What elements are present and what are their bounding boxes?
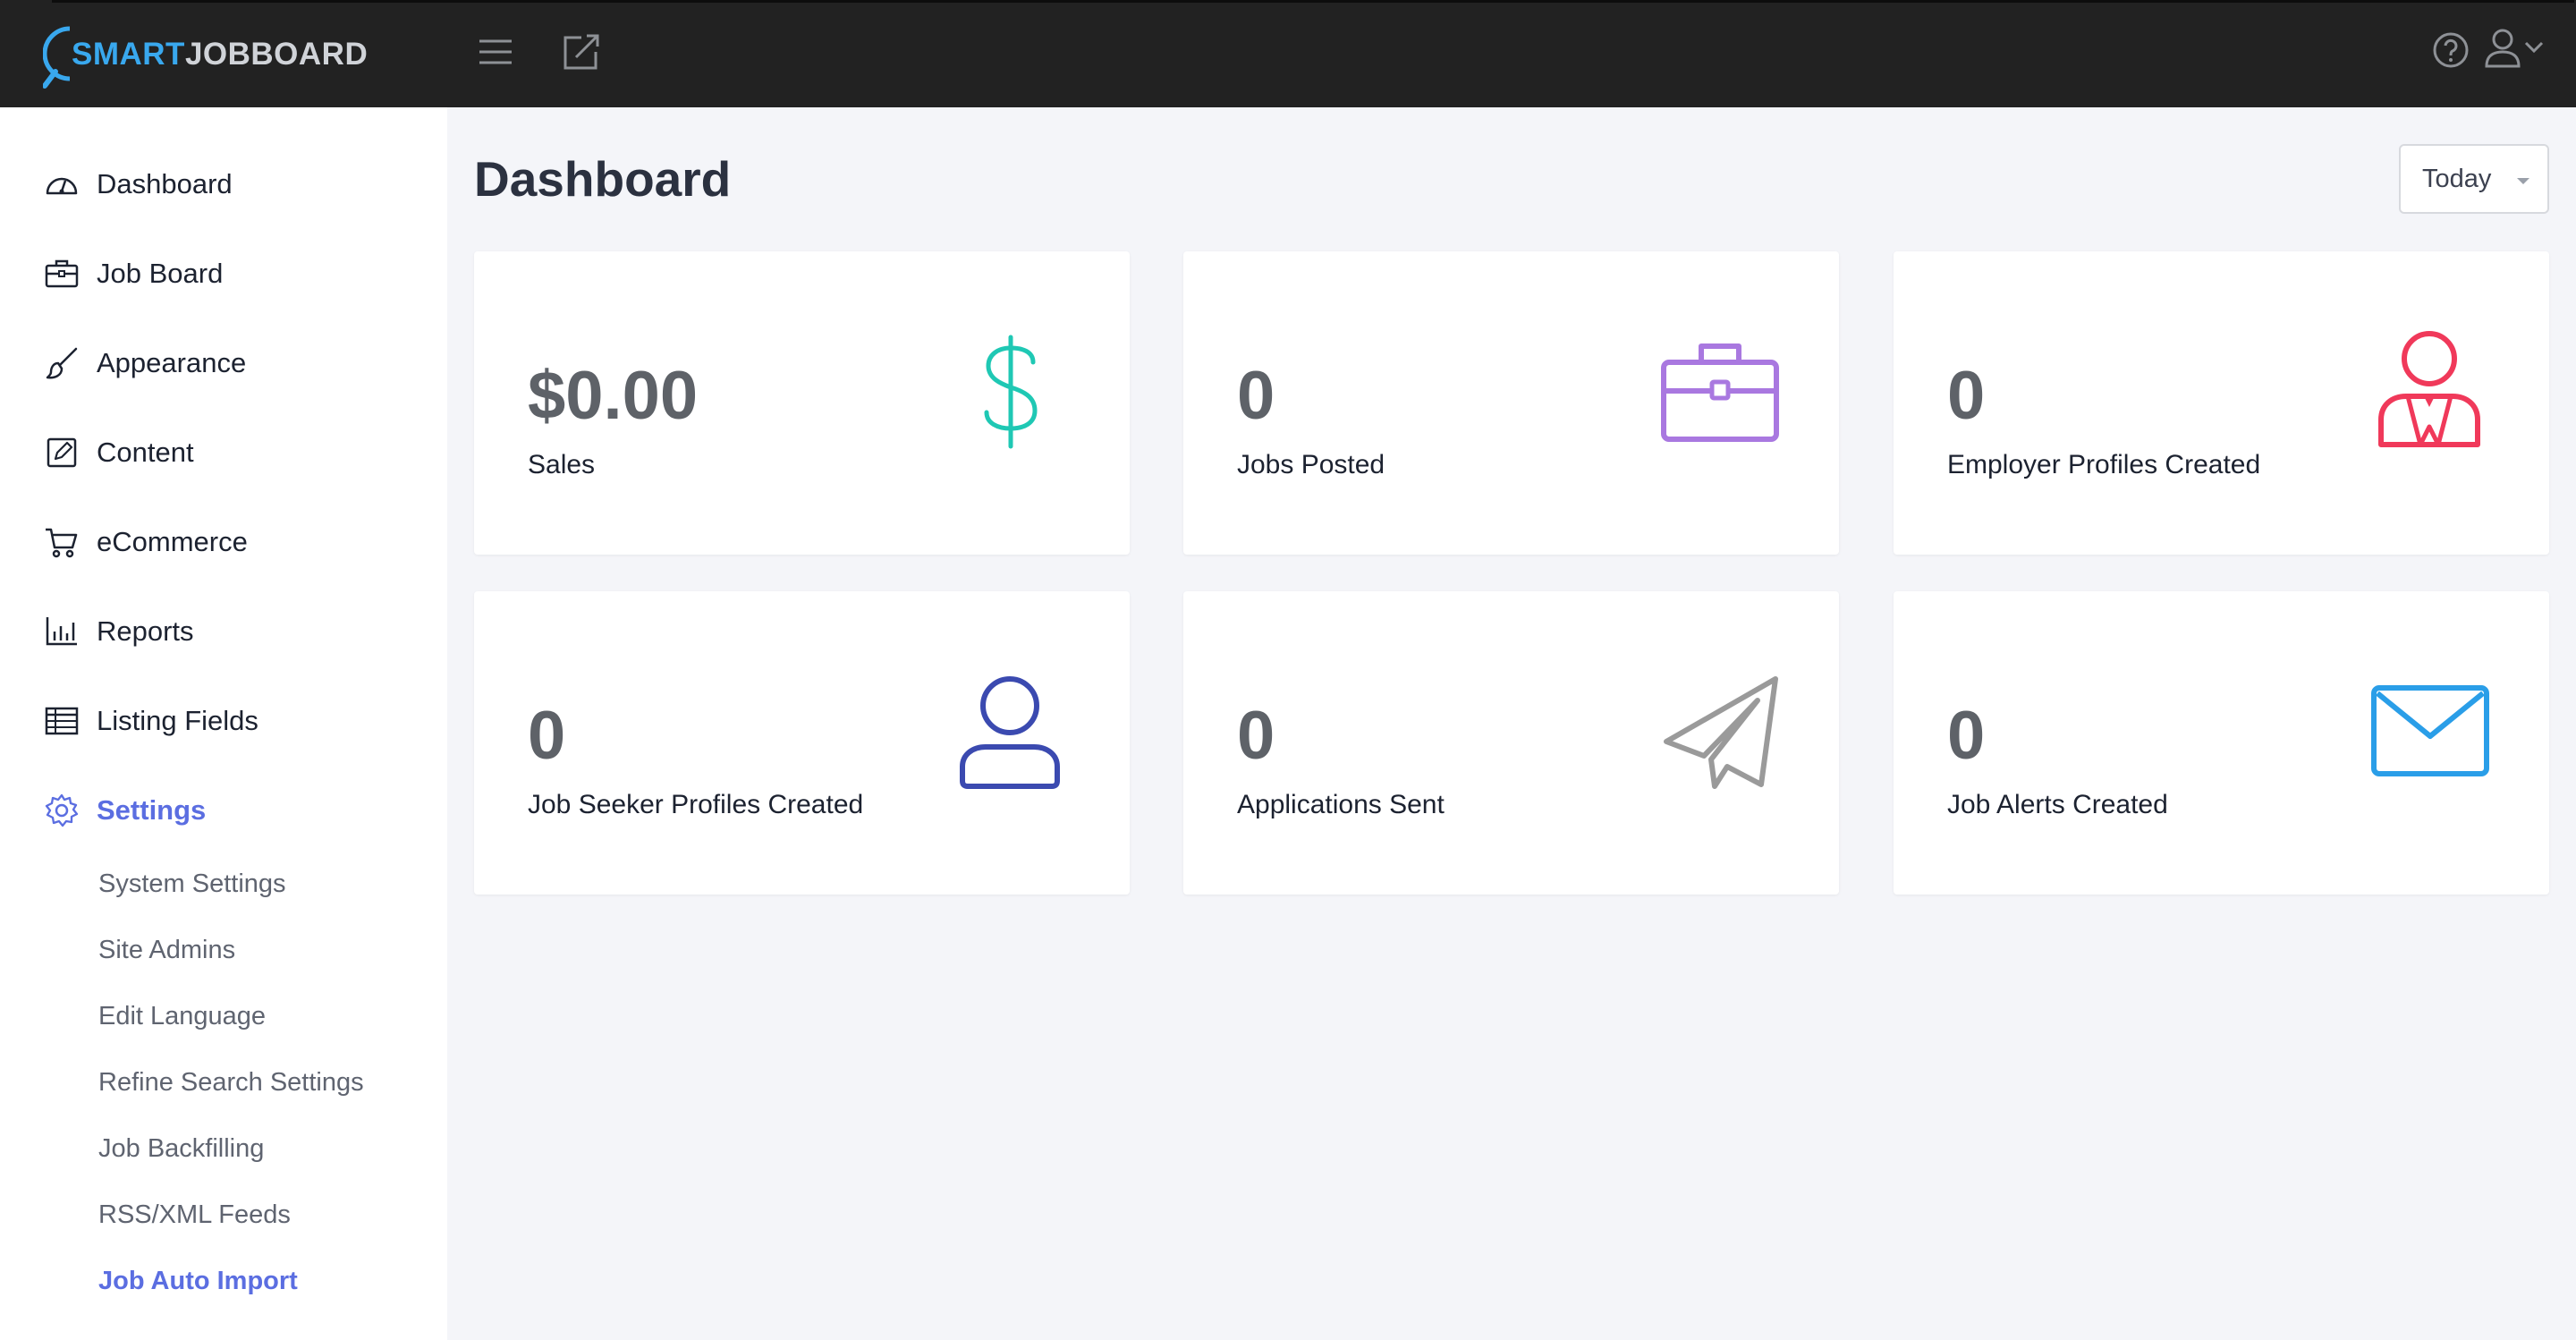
briefcase-icon [1661, 343, 1779, 442]
stat-caption: Job Seeker Profiles Created [528, 790, 864, 819]
user-menu-icon[interactable] [2483, 27, 2551, 72]
employer-icon [2378, 331, 2480, 447]
hamburger-menu-icon[interactable] [478, 36, 513, 68]
stat-card-sales: $0.00 Sales [474, 251, 1130, 555]
sidebar-item-label: Reports [97, 615, 194, 647]
sidebar-item-listing-fields[interactable]: Listing Fields [43, 694, 436, 748]
logo-text-smart: SMART [72, 37, 185, 72]
envelope-icon [2371, 685, 2489, 776]
paintbrush-icon [43, 344, 80, 382]
sidebar-item-settings[interactable]: Settings [43, 784, 436, 837]
sidebar-item-label: Content [97, 437, 194, 468]
stat-value: 0 [528, 698, 566, 774]
sidebar-item-dashboard[interactable]: Dashboard [43, 157, 436, 211]
sidebar-subitem-edit-language[interactable]: Edit Language [98, 1002, 266, 1031]
sidebar-subitem-refine-search-settings[interactable]: Refine Search Settings [98, 1068, 364, 1098]
stat-card-job-alerts: 0 Job Alerts Created [1894, 591, 2549, 895]
logo-text: SMARTJOBBOARD [72, 37, 368, 72]
stat-caption: Applications Sent [1237, 790, 1445, 819]
paper-plane-icon [1664, 676, 1778, 789]
top-bar: SMARTJOBBOARD [0, 0, 2576, 107]
sidebar-item-label: eCommerce [97, 526, 248, 557]
stat-value: 0 [1947, 358, 1986, 434]
table-icon [43, 702, 80, 740]
logo-text-jobboard: JOBBOARD [184, 37, 369, 72]
sidebar-item-job-board[interactable]: Job Board [43, 247, 436, 301]
briefcase-icon [43, 255, 80, 293]
gear-icon [43, 792, 80, 829]
edit-square-icon [43, 434, 80, 471]
cart-icon [43, 523, 80, 561]
period-select[interactable]: Today [2399, 144, 2549, 214]
sidebar-subitem-rss-xml-feeds[interactable]: RSS/XML Feeds [98, 1200, 291, 1230]
speedometer-icon [43, 165, 80, 203]
period-select-value: Today [2422, 164, 2492, 193]
sidebar-subitem-job-auto-import[interactable]: Job Auto Import [98, 1267, 298, 1296]
sidebar-item-label: Appearance [97, 347, 247, 378]
page-title: Dashboard [474, 151, 732, 207]
stat-caption: Sales [528, 450, 596, 479]
sidebar-subitem-job-backfilling[interactable]: Job Backfilling [98, 1134, 264, 1164]
stat-caption: Jobs Posted [1237, 450, 1385, 479]
stat-card-applications-sent: 0 Applications Sent [1183, 591, 1839, 895]
stat-value: 0 [1947, 698, 1986, 774]
sidebar-item-reports[interactable]: Reports [43, 605, 436, 658]
sidebar-item-label: Listing Fields [97, 705, 258, 736]
sidebar: Dashboard Job Board Appearance Content e… [0, 107, 447, 1340]
external-link-icon[interactable] [562, 32, 601, 72]
sidebar-item-ecommerce[interactable]: eCommerce [43, 515, 436, 569]
stat-card-employer-profiles: 0 Employer Profiles Created [1894, 251, 2549, 555]
chevron-down-icon [2517, 178, 2529, 184]
top-bar-edge [52, 0, 2574, 3]
sidebar-subitem-site-admins[interactable]: Site Admins [98, 936, 235, 965]
stat-value: 0 [1237, 698, 1275, 774]
sidebar-item-label: Settings [97, 794, 207, 826]
sidebar-item-appearance[interactable]: Appearance [43, 336, 436, 390]
sidebar-item-label: Dashboard [97, 168, 233, 199]
help-icon[interactable] [2431, 30, 2470, 70]
sidebar-item-label: Job Board [97, 258, 224, 289]
stat-card-jobs-posted: 0 Jobs Posted [1183, 251, 1839, 555]
sidebar-subitem-system-settings[interactable]: System Settings [98, 869, 286, 899]
dollar-icon [984, 335, 1038, 449]
sidebar-item-content[interactable]: Content [43, 426, 436, 479]
stat-value: $0.00 [528, 358, 699, 434]
stat-card-job-seeker-profiles: 0 Job Seeker Profiles Created [474, 591, 1130, 895]
stat-caption: Employer Profiles Created [1947, 450, 2261, 479]
stat-value: 0 [1237, 358, 1275, 434]
stat-caption: Job Alerts Created [1947, 790, 2168, 819]
bar-chart-icon [43, 613, 80, 650]
user-icon [960, 676, 1060, 789]
